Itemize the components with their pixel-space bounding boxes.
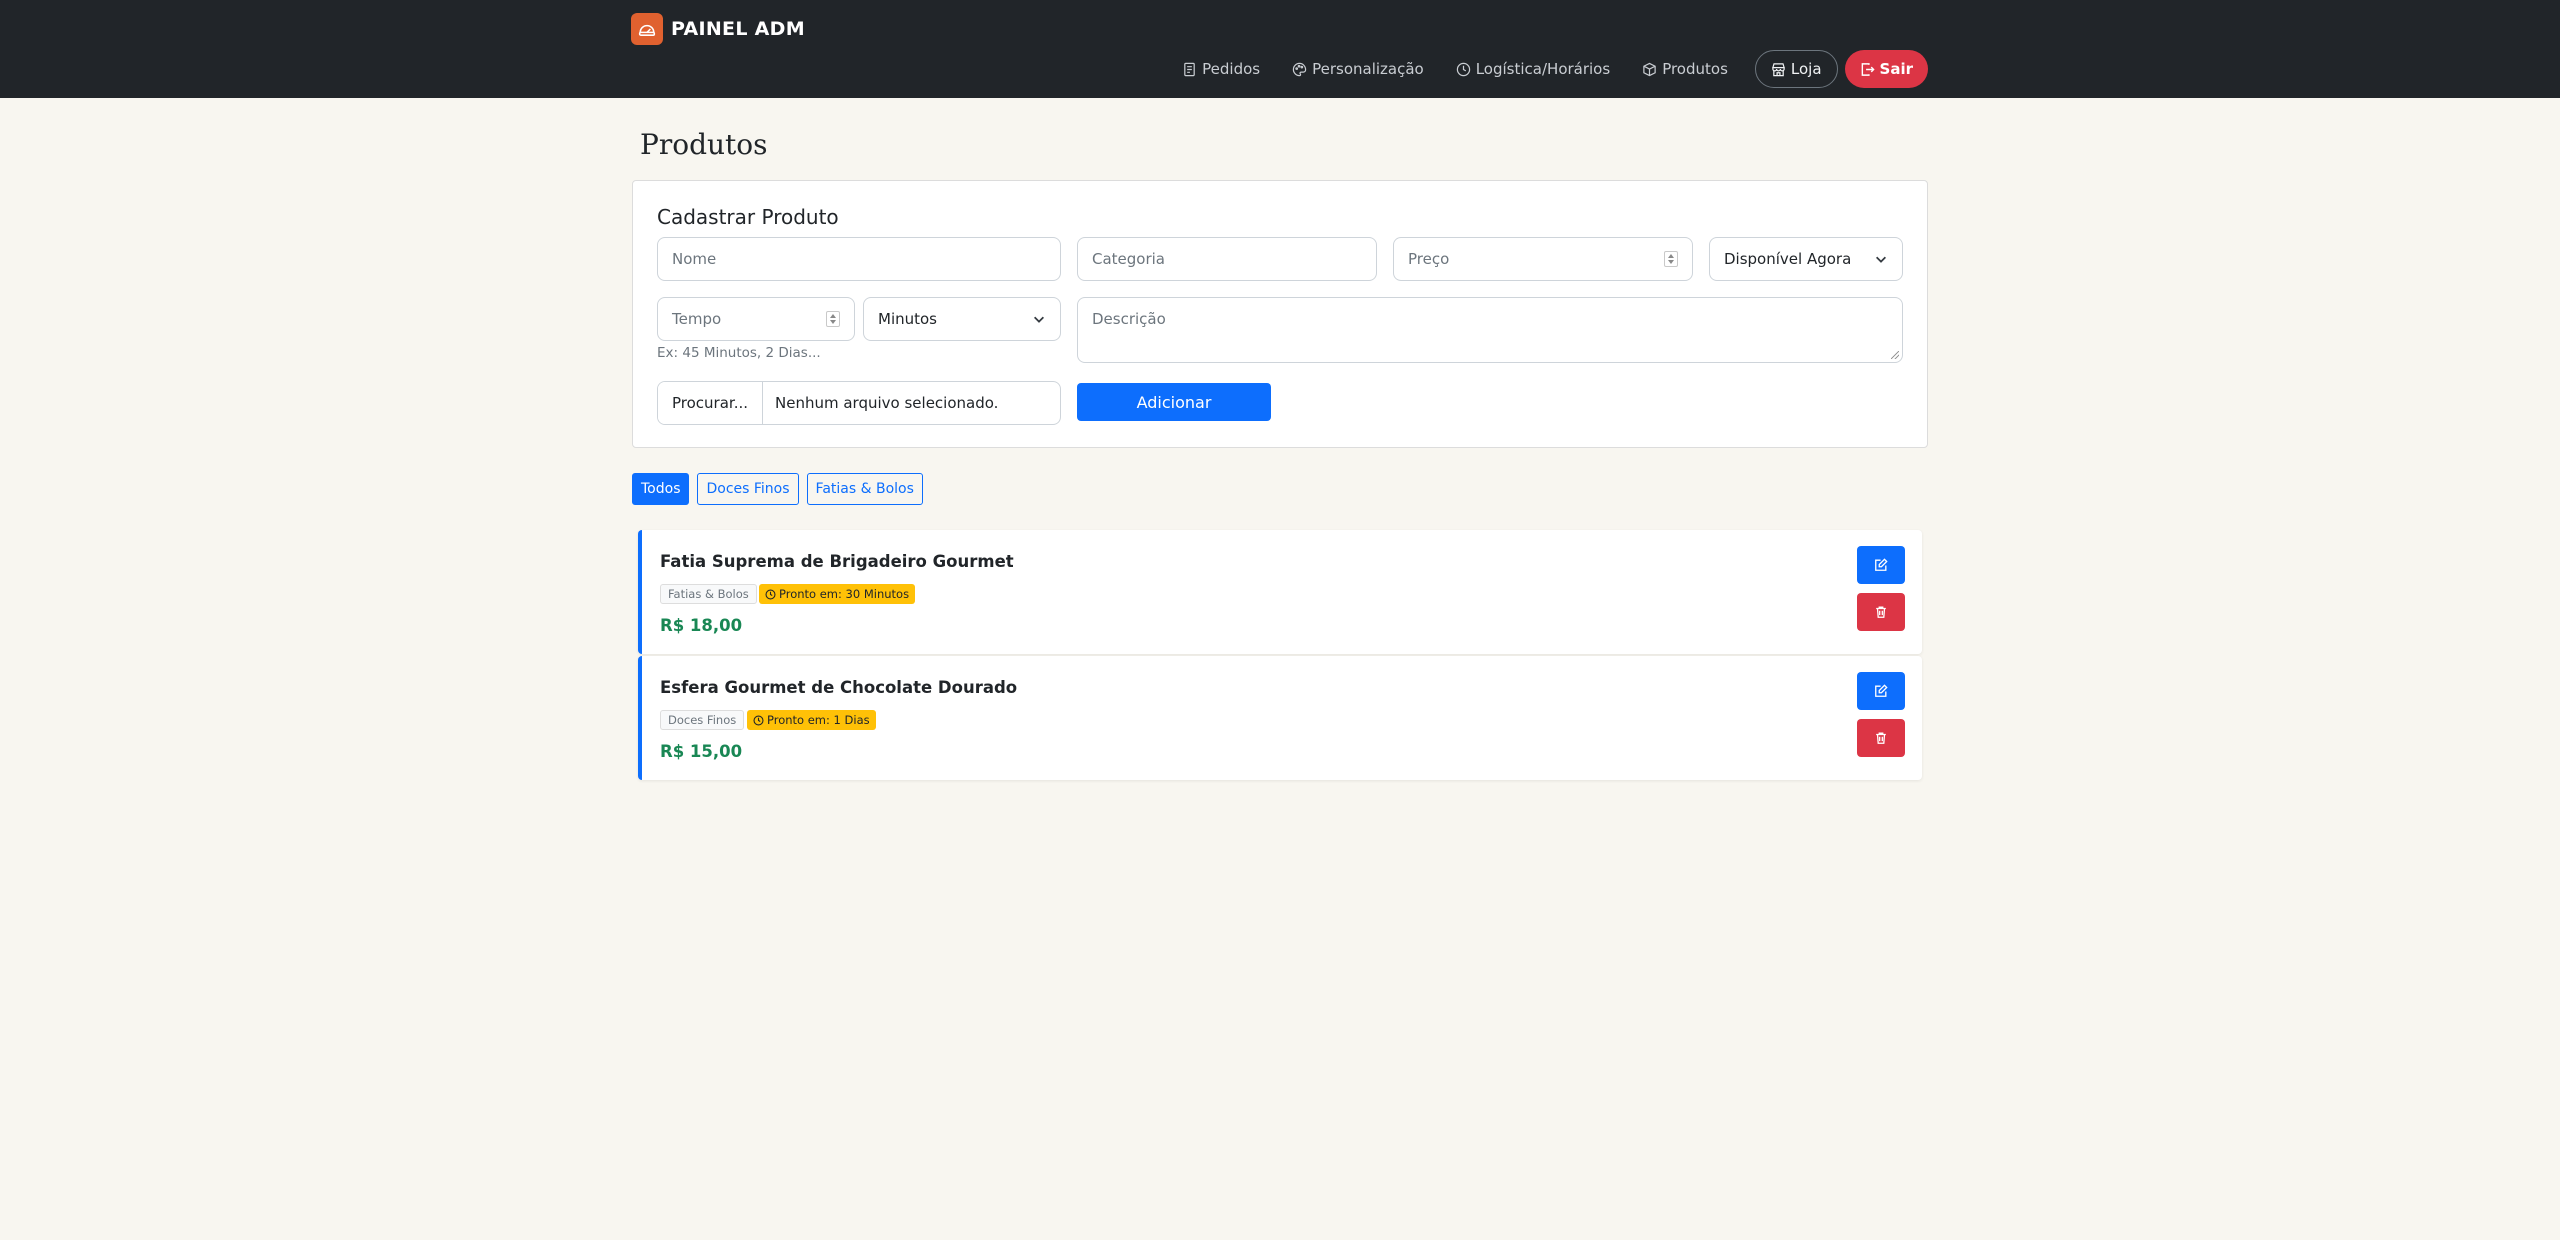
chevron-down-icon <box>1876 256 1886 263</box>
logout-label: Sair <box>1879 60 1913 78</box>
availability-select[interactable]: Disponível Agora <box>1709 237 1903 281</box>
trash-icon <box>1876 606 1886 618</box>
clock-icon <box>1456 62 1470 76</box>
delete-product-button[interactable] <box>1857 719 1905 757</box>
clock-icon <box>753 714 764 726</box>
time-unit-value: Minutos <box>878 310 937 328</box>
box-icon <box>1643 62 1656 76</box>
category-input[interactable]: Categoria <box>1077 237 1377 281</box>
time-placeholder: Tempo <box>672 310 722 328</box>
price-spinner-icon[interactable] <box>1664 251 1678 267</box>
dashboard-icon <box>631 13 663 45</box>
price-input[interactable]: Preço <box>1393 237 1693 281</box>
name-placeholder: Nome <box>672 250 717 268</box>
time-input[interactable]: Tempo <box>657 297 855 341</box>
description-placeholder: Descrição <box>1092 310 1166 328</box>
nav-menu: Pedidos Personalização Logística/Horário… <box>1182 50 1928 88</box>
nav-label: Produtos <box>1662 60 1728 78</box>
nav-label: Logística/Horários <box>1475 60 1611 78</box>
chevron-down-icon <box>1034 316 1044 323</box>
product-category-badge: Doces Finos <box>660 710 745 730</box>
palette-icon <box>1292 62 1307 76</box>
brand-title: PAINEL ADM <box>671 18 805 40</box>
top-navbar: PAINEL ADM Pedidos Personalização Logíst… <box>0 0 2560 98</box>
time-help-text: Ex: 45 Minutos, 2 Dias... <box>657 345 821 361</box>
nav-item-produtos[interactable]: Produtos <box>1642 60 1728 78</box>
store-label: Loja <box>1790 60 1822 78</box>
nav-label: Personalização <box>1312 60 1424 78</box>
category-filters: Todos Doces Finos Fatias & Bolos <box>632 473 923 505</box>
logout-icon <box>1861 62 1875 76</box>
ready-time-badge: Pronto em: 1 Dias <box>747 710 876 730</box>
delete-product-button[interactable] <box>1857 593 1905 631</box>
product-item: Esfera Gourmet de Chocolate Dourado Doce… <box>638 656 1922 780</box>
product-price: R$ 18,00 <box>660 616 743 635</box>
time-spinner-icon[interactable] <box>826 311 840 327</box>
category-placeholder: Categoria <box>1092 250 1166 268</box>
logout-button[interactable]: Sair <box>1844 50 1928 88</box>
brand[interactable]: PAINEL ADM <box>631 13 805 45</box>
add-product-button[interactable]: Adicionar <box>1077 383 1271 421</box>
edit-product-button[interactable] <box>1857 672 1905 710</box>
filter-fatias-bolos[interactable]: Fatias & Bolos <box>806 473 923 505</box>
nav-item-personalizacao[interactable]: Personalização <box>1292 60 1424 78</box>
edit-product-button[interactable] <box>1857 546 1905 584</box>
edit-icon <box>1875 684 1888 697</box>
resize-handle-icon[interactable] <box>1891 351 1899 359</box>
filter-doces-finos[interactable]: Doces Finos <box>697 473 799 505</box>
image-file-input[interactable]: Procurar... Nenhum arquivo selecionado. <box>657 381 1061 425</box>
nav-label: Pedidos <box>1202 60 1261 78</box>
name-input[interactable]: Nome <box>657 237 1061 281</box>
price-placeholder: Preço <box>1408 250 1450 268</box>
page-title: Produtos <box>640 128 768 161</box>
product-list: Fatia Suprema de Brigadeiro Gourmet Fati… <box>638 530 1922 782</box>
ready-time-text: Pronto em: 30 Minutos <box>779 587 910 601</box>
ready-time-badge: Pronto em: 30 Minutos <box>759 584 916 604</box>
product-price: R$ 15,00 <box>660 742 743 761</box>
shop-icon <box>1772 62 1785 76</box>
availability-value: Disponível Agora <box>1724 250 1852 268</box>
product-category-badge: Fatias & Bolos <box>660 584 757 604</box>
product-form-card: Cadastrar Produto Nome Categoria Preço D… <box>632 180 1928 448</box>
description-textarea[interactable]: Descrição <box>1077 297 1903 363</box>
edit-icon <box>1875 558 1888 571</box>
clock-icon <box>765 588 776 600</box>
nav-item-logistica[interactable]: Logística/Horários <box>1456 60 1610 78</box>
filter-todos[interactable]: Todos <box>632 473 690 505</box>
form-title: Cadastrar Produto <box>657 205 839 229</box>
file-status: Nenhum arquivo selecionado. <box>775 394 999 412</box>
nav-item-pedidos[interactable]: Pedidos <box>1182 60 1260 78</box>
browse-button[interactable]: Procurar... <box>658 382 764 424</box>
product-name: Fatia Suprema de Brigadeiro Gourmet <box>660 552 1014 571</box>
ready-time-text: Pronto em: 1 Dias <box>767 713 870 727</box>
store-button[interactable]: Loja <box>1754 50 1838 88</box>
receipt-icon <box>1184 62 1195 76</box>
trash-icon <box>1876 732 1886 744</box>
product-name: Esfera Gourmet de Chocolate Dourado <box>660 678 1018 697</box>
time-unit-select[interactable]: Minutos <box>863 297 1061 341</box>
product-item: Fatia Suprema de Brigadeiro Gourmet Fati… <box>638 530 1922 654</box>
